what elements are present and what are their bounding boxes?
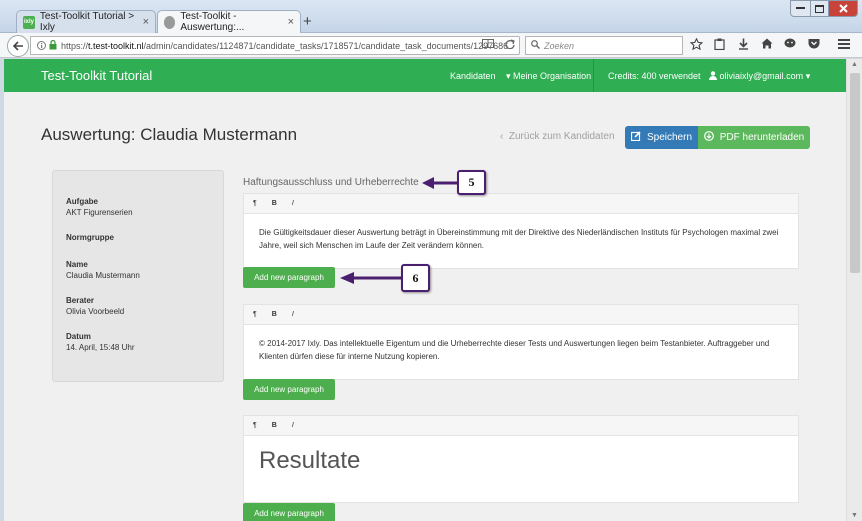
scroll-up-icon[interactable]: ▲ <box>851 61 858 68</box>
bookmark-star-icon[interactable] <box>688 37 704 53</box>
scroll-down-icon[interactable]: ▼ <box>851 512 858 519</box>
page-scrollbar[interactable]: ▲ ▼ <box>846 59 862 521</box>
scrollbar-thumb[interactable] <box>850 73 860 273</box>
callout-badge-6: 6 <box>401 264 430 292</box>
close-window-button[interactable] <box>828 0 858 17</box>
search-icon <box>531 40 540 51</box>
browser-navbar: https://t.test-toolkit.nl/admin/candidat… <box>0 33 862 58</box>
callout-badge-5: 5 <box>457 170 486 195</box>
clipboard-icon[interactable] <box>711 38 727 53</box>
tab-title: Test-Toolkit Tutorial > Ixly <box>39 11 135 33</box>
tab-tutorial[interactable]: ixly Test-Toolkit Tutorial > Ixly × <box>16 10 156 33</box>
url-path: /admin/candidates/1124871/candidate_task… <box>143 40 509 51</box>
ixly-favicon-icon: ixly <box>23 15 35 29</box>
page-viewport: Test-Toolkit Tutorial Kandidaten ▾ Meine… <box>4 59 846 521</box>
tab-close-icon[interactable]: × <box>288 16 294 28</box>
menu-hamburger-icon[interactable] <box>836 38 852 52</box>
lock-icon[interactable] <box>49 39 57 52</box>
url-prefix: https:// <box>61 40 89 51</box>
home-icon[interactable] <box>759 38 775 52</box>
browser-titlebar: ixly Test-Toolkit Tutorial > Ixly × Test… <box>0 0 862 33</box>
tab-close-icon[interactable]: × <box>143 16 149 28</box>
new-tab-button[interactable]: + <box>303 13 312 30</box>
tab-auswertung[interactable]: Test-Toolkit - Auswertung:... × <box>157 10 301 33</box>
url-bar[interactable]: https://t.test-toolkit.nl/admin/candidat… <box>30 36 520 55</box>
owl-favicon-icon <box>164 15 176 29</box>
reader-view-icon[interactable] <box>482 39 494 51</box>
download-icon[interactable] <box>735 38 751 53</box>
back-button[interactable] <box>7 35 29 57</box>
search-placeholder: Zoeken <box>544 40 575 51</box>
hello-chat-icon[interactable] <box>782 38 798 52</box>
back-arrow-icon <box>12 41 23 51</box>
tab-title: Test-Toolkit - Auswertung:... <box>180 11 245 33</box>
minimize-button[interactable] <box>790 0 811 17</box>
maximize-button[interactable] <box>810 0 829 17</box>
info-icon[interactable] <box>37 41 46 52</box>
url-host: t.test-toolkit.nl <box>88 40 144 51</box>
reload-icon[interactable] <box>505 39 515 52</box>
search-input[interactable]: Zoeken <box>525 36 683 55</box>
pocket-icon[interactable] <box>806 38 822 52</box>
